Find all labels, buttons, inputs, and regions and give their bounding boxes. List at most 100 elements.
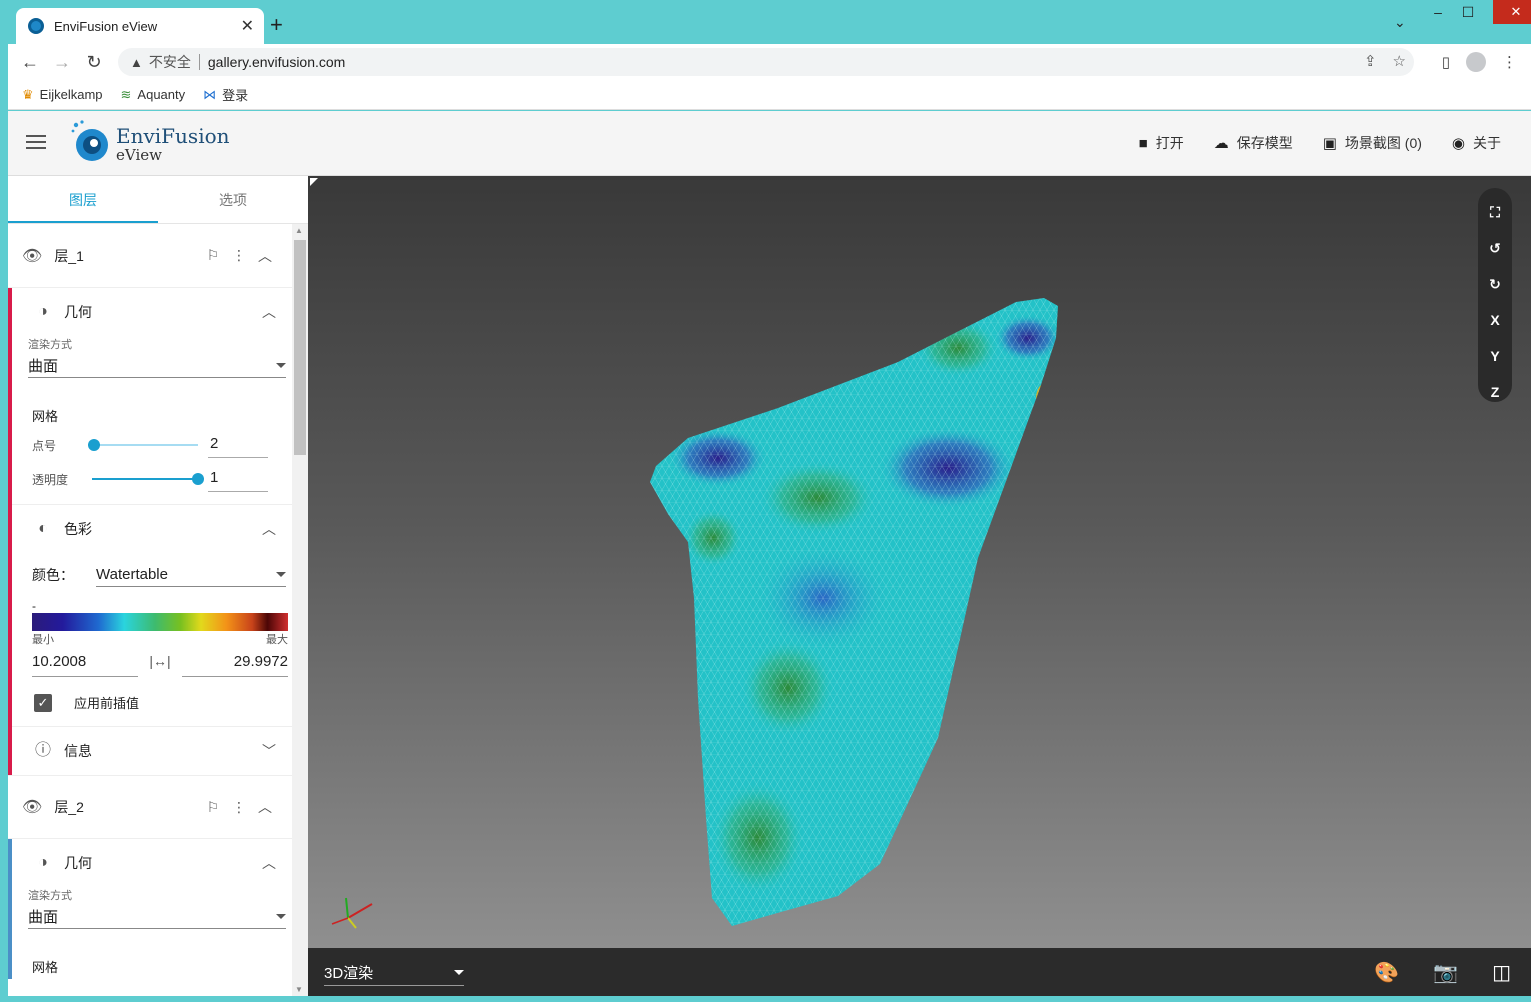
layer-header: 👁 层_1 ⚐ ⋮ ︿ xyxy=(8,224,292,288)
reload-icon[interactable]: ↻ xyxy=(78,52,110,73)
scrollbar-thumb[interactable] xyxy=(294,240,306,455)
chevron-up-icon[interactable]: ︿ xyxy=(252,797,278,817)
max-value-input[interactable]: 29.9972 xyxy=(182,649,288,677)
bottom-tools: 🎨 📷 ◫ xyxy=(1374,960,1511,985)
bookmark-star-icon[interactable]: ☆ xyxy=(1393,52,1406,70)
split-view-icon[interactable]: ◫ xyxy=(1492,960,1511,985)
about-button[interactable]: ◉ 关于 xyxy=(1452,133,1501,153)
folder-icon: ■ xyxy=(1138,134,1148,152)
add-camera-icon[interactable]: 📷 xyxy=(1433,960,1458,985)
toolbar-right: ▯ ⋮ xyxy=(1442,52,1517,72)
chevron-up-icon[interactable]: ︿ xyxy=(262,302,276,322)
help-circle-icon: ⓘ xyxy=(34,742,51,759)
select-value: 曲面 xyxy=(28,358,59,375)
bookmark-eijkelkamp[interactable]: ♛ Eijkelkamp xyxy=(22,87,103,103)
bookmark-icon[interactable]: ⚐ xyxy=(200,799,226,816)
layer-body: ◑ 几何 ︿ 渲染方式 曲面 网格 点号 2 透明度 1 ◐ 色彩 ︿ 颜色： … xyxy=(8,288,292,775)
visibility-eye-icon[interactable]: 👁 xyxy=(22,246,42,266)
chevron-up-icon[interactable]: ︿ xyxy=(262,853,276,873)
bookmark-icon[interactable]: ⚐ xyxy=(200,247,226,264)
share-icon[interactable]: ⇪ xyxy=(1364,52,1377,70)
slider-knob[interactable] xyxy=(192,473,204,485)
render-mode-select[interactable]: 曲面 xyxy=(28,354,286,378)
image-icon: ▣ xyxy=(1322,135,1337,152)
3d-viewport[interactable]: ⛶ ↺ ↻ X Y Z xyxy=(308,176,1531,948)
header-actions: ■ 打开 ☁ 保存模型 ▣ 场景截图 (0) ◉ 关于 xyxy=(1139,133,1501,153)
bookmark-login[interactable]: ⋈ 登录 xyxy=(203,85,248,104)
visibility-eye-icon[interactable]: 👁 xyxy=(22,797,42,817)
menu-icon[interactable]: ⋮ xyxy=(1502,53,1517,71)
render-mode-dropdown[interactable]: 3D渲染 xyxy=(324,960,464,986)
divider xyxy=(198,54,200,70)
info-section-header[interactable]: ⓘ 信息 ﹀ xyxy=(12,727,292,775)
brand-title: EnviFusion xyxy=(116,124,230,148)
bookmark-label: 登录 xyxy=(222,88,249,103)
color-scheme-select[interactable]: Watertable xyxy=(96,563,286,587)
color-section-header[interactable]: ◐ 色彩 ︿ xyxy=(12,505,292,553)
fit-view-icon[interactable]: ⛶ xyxy=(1478,194,1512,230)
palette-icon[interactable]: 🎨 xyxy=(1374,960,1399,985)
back-icon[interactable]: ← xyxy=(14,52,46,73)
section-title: 色彩 xyxy=(64,521,92,537)
scroll-up-icon[interactable]: ▲ xyxy=(295,226,303,235)
close-tab-icon[interactable]: ✕ xyxy=(241,16,254,36)
tab-search-icon[interactable]: ⌄ xyxy=(1394,14,1406,31)
rotate-left-icon[interactable]: ↺ xyxy=(1478,230,1512,266)
range-fit-icon[interactable]: |↔| xyxy=(138,653,182,677)
watertable-surface-mesh[interactable] xyxy=(648,298,1078,928)
color-row: 颜色： Watertable xyxy=(12,553,292,587)
render-mode-select[interactable]: 曲面 xyxy=(28,905,286,929)
hamburger-menu-icon[interactable] xyxy=(26,135,46,153)
brand-subtitle: eView xyxy=(116,146,162,164)
save-model-button[interactable]: ☁ 保存模型 xyxy=(1214,133,1293,153)
chevron-down-icon[interactable]: ﹀ xyxy=(262,741,276,761)
panel-scroll-area: 👁 层_1 ⚐ ⋮ ︿ ◑ 几何 ︿ 渲染方式 曲面 网格 点号 2 透明度 1… xyxy=(8,224,292,996)
viewport-bottom-bar: 3D渲染 🎨 📷 ◫ xyxy=(308,948,1531,996)
bookmark-aquanty[interactable]: ≋ Aquanty xyxy=(121,87,186,103)
select-value: Watertable xyxy=(96,566,168,583)
rotate-right-icon[interactable]: ↻ xyxy=(1478,266,1512,302)
geometry-section-header[interactable]: ◑ 几何 ︿ xyxy=(12,288,292,336)
browser-tab[interactable]: EnviFusion eView ✕ xyxy=(16,8,264,44)
view-tools: ⛶ ↺ ↻ X Y Z xyxy=(1478,188,1512,402)
window-controls: – ☐ xyxy=(1423,4,1483,21)
url-text: gallery.envifusion.com xyxy=(207,54,346,70)
chevron-up-icon[interactable]: ︿ xyxy=(252,246,278,266)
render-mode-label: 渲染方式 xyxy=(28,339,72,351)
interpolate-checkbox[interactable]: ✓ xyxy=(34,693,52,712)
layer-panel: 图层 选项 👁 层_1 ⚐ ⋮ ︿ ◑ 几何 ︿ 渲染方式 曲面 网格 点号 2… xyxy=(8,176,308,996)
point-size-input[interactable]: 2 xyxy=(208,432,268,458)
tab-layers[interactable]: 图层 xyxy=(8,176,158,223)
bookmark-label: Eijkelkamp xyxy=(39,87,103,102)
open-button[interactable]: ■ 打开 xyxy=(1139,133,1184,153)
new-tab-button[interactable]: + xyxy=(270,12,283,38)
tab-options[interactable]: 选项 xyxy=(158,176,308,223)
colorbar-title: - xyxy=(32,599,36,613)
window-close-button[interactable]: ✕ xyxy=(1493,0,1531,24)
screenshot-button[interactable]: ▣ 场景截图 (0) xyxy=(1323,133,1422,153)
point-size-slider[interactable] xyxy=(88,439,198,451)
view-y-button[interactable]: Y xyxy=(1478,338,1512,374)
opacity-slider[interactable] xyxy=(92,473,204,485)
axis-triad-icon xyxy=(331,897,373,929)
section-title: 信息 xyxy=(64,743,92,759)
profile-avatar[interactable] xyxy=(1466,52,1486,72)
render-mode-label: 渲染方式 xyxy=(28,890,72,902)
panel-scrollbar[interactable]: ▲ ▼ xyxy=(292,224,308,996)
forward-icon[interactable]: → xyxy=(46,52,78,73)
side-panel-icon[interactable]: ▯ xyxy=(1442,53,1450,71)
more-vert-icon[interactable]: ⋮ xyxy=(226,247,252,264)
view-x-button[interactable]: X xyxy=(1478,302,1512,338)
omnibox-icons: ⇪ ☆ xyxy=(1364,52,1406,70)
geometry-section-header[interactable]: ◑ 几何 ︿ xyxy=(12,839,292,887)
address-bar[interactable]: ▲ 不安全 gallery.envifusion.com ⇪ ☆ xyxy=(118,48,1414,76)
slider-knob[interactable] xyxy=(88,439,100,451)
opacity-input[interactable]: 1 xyxy=(208,466,268,492)
view-z-button[interactable]: Z xyxy=(1478,374,1512,410)
scroll-down-icon[interactable]: ▼ xyxy=(295,985,303,994)
min-value-input[interactable]: 10.2008 xyxy=(32,649,138,677)
maximize-icon[interactable]: ☐ xyxy=(1453,4,1483,21)
chevron-up-icon[interactable]: ︿ xyxy=(262,519,276,539)
minimize-icon[interactable]: – xyxy=(1423,4,1453,21)
more-vert-icon[interactable]: ⋮ xyxy=(226,799,252,816)
